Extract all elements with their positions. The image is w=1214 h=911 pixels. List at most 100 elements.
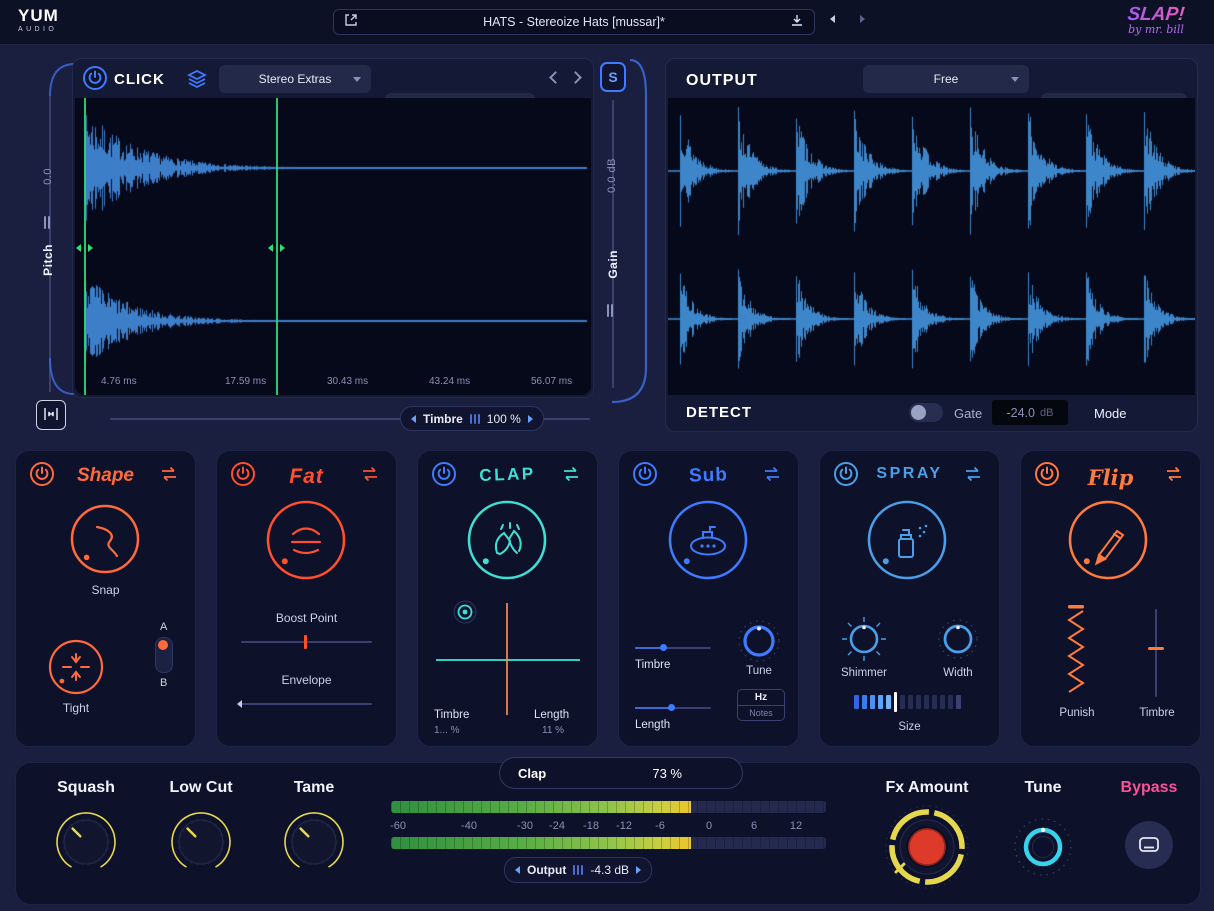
level-meter-right	[391, 837, 826, 849]
envelope-slider[interactable]	[241, 703, 372, 705]
lowcut-knob[interactable]	[168, 809, 234, 880]
slider-fill	[635, 707, 671, 709]
tight-knob[interactable]	[46, 637, 106, 702]
timbre-slider-pill[interactable]: Timbre 100 %	[400, 406, 544, 431]
width-knob[interactable]	[934, 615, 982, 668]
prev-noise-button[interactable]	[549, 71, 562, 84]
ab-toggle[interactable]	[155, 637, 173, 673]
flip-route-button[interactable]	[1160, 461, 1188, 489]
time-label: 4.76 ms	[101, 376, 137, 387]
output-gain-label: Output	[527, 863, 566, 877]
output-gain-slider[interactable]: Output -4.3 dB	[504, 857, 652, 883]
next-noise-button[interactable]	[569, 71, 582, 84]
sub-tune-knob[interactable]	[735, 617, 783, 670]
grip-icon	[470, 414, 480, 424]
timbre-increment-icon[interactable]	[528, 415, 533, 423]
click-waveform-display[interactable]: 4.76 ms 17.59 ms 30.43 ms 43.24 ms 56.07…	[75, 98, 591, 395]
export-preset-icon[interactable]	[344, 13, 358, 32]
end-marker-left-handle[interactable]	[268, 244, 273, 252]
shimmer-knob[interactable]	[836, 611, 892, 672]
global-tune-knob[interactable]	[1011, 815, 1075, 884]
bypass-button[interactable]	[1125, 821, 1173, 869]
clap-power-button[interactable]	[430, 461, 458, 489]
hz-notes-toggle[interactable]: Hz Notes	[737, 689, 785, 721]
flip-timbre-handle[interactable]	[1148, 647, 1164, 650]
size-slider[interactable]	[854, 691, 961, 713]
spray-knob[interactable]	[864, 497, 950, 588]
shape-route-button[interactable]	[155, 461, 183, 489]
start-marker-left-handle[interactable]	[76, 244, 81, 252]
click-solo-button[interactable]: S	[600, 62, 626, 92]
output-panel: OUTPUT Free 1/1 note DETECT Gate -24.0 d…	[665, 58, 1198, 432]
output-decrement-icon[interactable]	[515, 866, 520, 874]
flip-timbre-slider[interactable]	[1155, 609, 1157, 697]
fat-knob[interactable]	[263, 497, 349, 588]
module-title-spray: SPRAY	[860, 465, 959, 483]
end-marker-line[interactable]	[276, 98, 278, 395]
gate-toggle[interactable]	[909, 403, 943, 422]
start-marker-line[interactable]	[84, 98, 86, 395]
gate-label: Gate	[954, 406, 982, 421]
spray-route-button[interactable]	[959, 461, 987, 489]
layers-icon[interactable]	[185, 67, 209, 96]
scale-tick: -18	[583, 820, 599, 832]
clap-route-button[interactable]	[557, 461, 585, 489]
save-preset-icon[interactable]	[790, 13, 804, 32]
output-gain-value: -4.3 dB	[590, 863, 629, 877]
flip-power-button[interactable]	[1033, 461, 1061, 489]
gain-slider-handle[interactable]	[607, 304, 613, 317]
spray-power-button[interactable]	[832, 461, 860, 489]
fx-amount-knob[interactable]	[883, 803, 971, 896]
envelope-handle[interactable]	[237, 700, 242, 708]
sub-length-slider[interactable]	[635, 707, 711, 709]
punish-slider[interactable]	[1061, 605, 1091, 702]
clap-mode-button[interactable]	[452, 599, 478, 630]
click-layer-dropdown[interactable]: Stereo Extras	[219, 65, 371, 93]
sub-timbre-slider[interactable]	[635, 647, 711, 649]
hz-option[interactable]: Hz	[738, 690, 784, 706]
boost-point-handle[interactable]	[304, 635, 307, 649]
clap-y-axis[interactable]	[506, 603, 508, 715]
sub-route-button[interactable]	[758, 461, 786, 489]
pitch-slider-handle[interactable]	[44, 216, 50, 229]
sub-power-button[interactable]	[631, 461, 659, 489]
sub-timbre-handle[interactable]	[660, 644, 667, 651]
timbre-decrement-icon[interactable]	[411, 415, 416, 423]
module-title-clap: CLAP	[458, 463, 558, 486]
bypass-icon	[1136, 832, 1162, 858]
sync-mode-dropdown[interactable]: Free	[863, 65, 1029, 93]
master-section: Squash Low Cut Tame Clap 73 % -60 -40 -3…	[15, 762, 1201, 905]
timbre-value: 100 %	[487, 412, 521, 426]
module-title-shape: Shape	[56, 465, 155, 487]
tame-knob[interactable]	[281, 809, 347, 880]
clap-x-axis[interactable]	[436, 659, 580, 661]
squash-knob[interactable]	[53, 809, 119, 880]
sync-mode-value: Free	[934, 72, 959, 86]
gate-threshold-field[interactable]: -24.0 dB	[992, 400, 1068, 425]
output-increment-icon[interactable]	[636, 866, 641, 874]
shape-power-button[interactable]	[28, 461, 56, 489]
zoom-fit-button[interactable]	[36, 400, 66, 430]
time-label: 43.24 ms	[429, 376, 470, 387]
click-power-button[interactable]	[81, 65, 109, 93]
boost-point-slider[interactable]	[241, 641, 372, 643]
end-marker-right-handle[interactable]	[280, 244, 285, 252]
clap-amount-slider[interactable]: Clap 73 %	[499, 757, 743, 789]
fat-route-button[interactable]	[356, 461, 384, 489]
flip-knob[interactable]	[1065, 497, 1151, 588]
fat-power-button[interactable]	[229, 461, 257, 489]
sub-knob[interactable]	[665, 497, 751, 588]
snap-knob[interactable]	[67, 501, 143, 582]
next-preset-button[interactable]	[860, 15, 865, 23]
global-tune-label: Tune	[993, 779, 1093, 797]
module-clap: CLAP Timbre 1... % Length 11 %	[417, 450, 598, 747]
prev-preset-button[interactable]	[830, 15, 835, 23]
swap-icon	[558, 461, 584, 487]
preset-bar[interactable]: HATS - Stereoize Hats [mussar]*	[333, 9, 815, 35]
start-marker-right-handle[interactable]	[88, 244, 93, 252]
sub-length-handle[interactable]	[668, 704, 675, 711]
size-handle[interactable]	[894, 692, 897, 712]
chevron-down-icon	[353, 77, 361, 82]
notes-option[interactable]: Notes	[738, 706, 784, 720]
clap-knob[interactable]	[464, 497, 550, 588]
